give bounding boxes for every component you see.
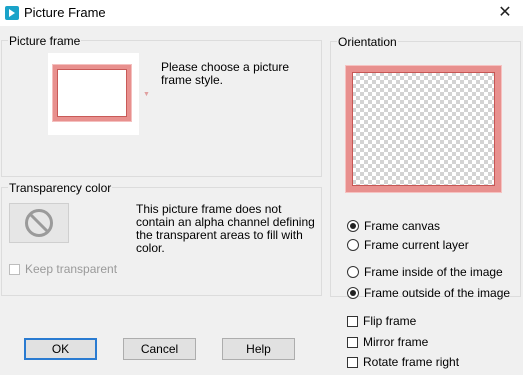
frame-style-selector[interactable] bbox=[48, 53, 139, 135]
frame-canvas-radio-dot[interactable] bbox=[347, 220, 359, 232]
frame-canvas-label: Frame canvas bbox=[364, 219, 441, 233]
frame-inside-radio-dot[interactable] bbox=[347, 266, 359, 278]
app-icon bbox=[5, 6, 19, 20]
help-button[interactable]: Help bbox=[222, 338, 295, 360]
mirror-frame-box[interactable] bbox=[347, 336, 358, 348]
transparency-group-title: Transparency color bbox=[8, 181, 113, 195]
frame-style-thumbnail bbox=[53, 65, 131, 121]
rotate-frame-right-checkbox[interactable]: Rotate frame right bbox=[347, 355, 459, 369]
flip-frame-label: Flip frame bbox=[363, 314, 417, 328]
mirror-frame-label: Mirror frame bbox=[363, 335, 429, 349]
ok-button[interactable]: OK bbox=[24, 338, 97, 360]
frame-hint-text: Please choose a picture frame style. bbox=[161, 60, 290, 87]
frame-current-layer-radio-dot[interactable] bbox=[347, 239, 359, 251]
keep-transparent-label: Keep transparent bbox=[25, 262, 118, 276]
frame-canvas-radio[interactable]: Frame canvas bbox=[347, 219, 440, 233]
keep-transparent-box[interactable] bbox=[9, 263, 20, 275]
frame-inside-label: Frame inside of the image bbox=[364, 265, 503, 279]
alpha-channel-message: This picture frame does not contain an a… bbox=[136, 202, 315, 255]
flip-frame-box[interactable] bbox=[347, 315, 358, 327]
no-entry-icon bbox=[25, 209, 53, 237]
orientation-group-title: Orientation bbox=[337, 35, 398, 49]
window-title: Picture Frame bbox=[24, 5, 106, 20]
cancel-button[interactable]: Cancel bbox=[123, 338, 196, 360]
title-bar: Picture Frame ✕ bbox=[0, 0, 523, 26]
keep-transparent-checkbox[interactable]: Keep transparent bbox=[9, 262, 117, 276]
flip-frame-checkbox[interactable]: Flip frame bbox=[347, 314, 416, 328]
frame-outside-label: Frame outside of the image bbox=[364, 286, 511, 300]
picture-frame-group-title: Picture frame bbox=[8, 34, 82, 48]
close-button[interactable]: ✕ bbox=[493, 1, 517, 23]
mirror-frame-checkbox[interactable]: Mirror frame bbox=[347, 335, 428, 349]
rotate-frame-right-label: Rotate frame right bbox=[363, 355, 460, 369]
frame-outside-radio-dot[interactable] bbox=[347, 287, 359, 299]
orientation-preview bbox=[346, 66, 501, 192]
frame-outside-radio[interactable]: Frame outside of the image bbox=[347, 286, 510, 300]
frame-current-layer-radio[interactable]: Frame current layer bbox=[347, 238, 469, 252]
dropdown-arrow-icon[interactable]: ▼ bbox=[143, 91, 150, 98]
frame-inside-radio[interactable]: Frame inside of the image bbox=[347, 265, 503, 279]
rotate-frame-right-box[interactable] bbox=[347, 356, 358, 368]
frame-current-layer-label: Frame current layer bbox=[364, 238, 469, 252]
transparency-color-swatch[interactable] bbox=[9, 203, 69, 243]
